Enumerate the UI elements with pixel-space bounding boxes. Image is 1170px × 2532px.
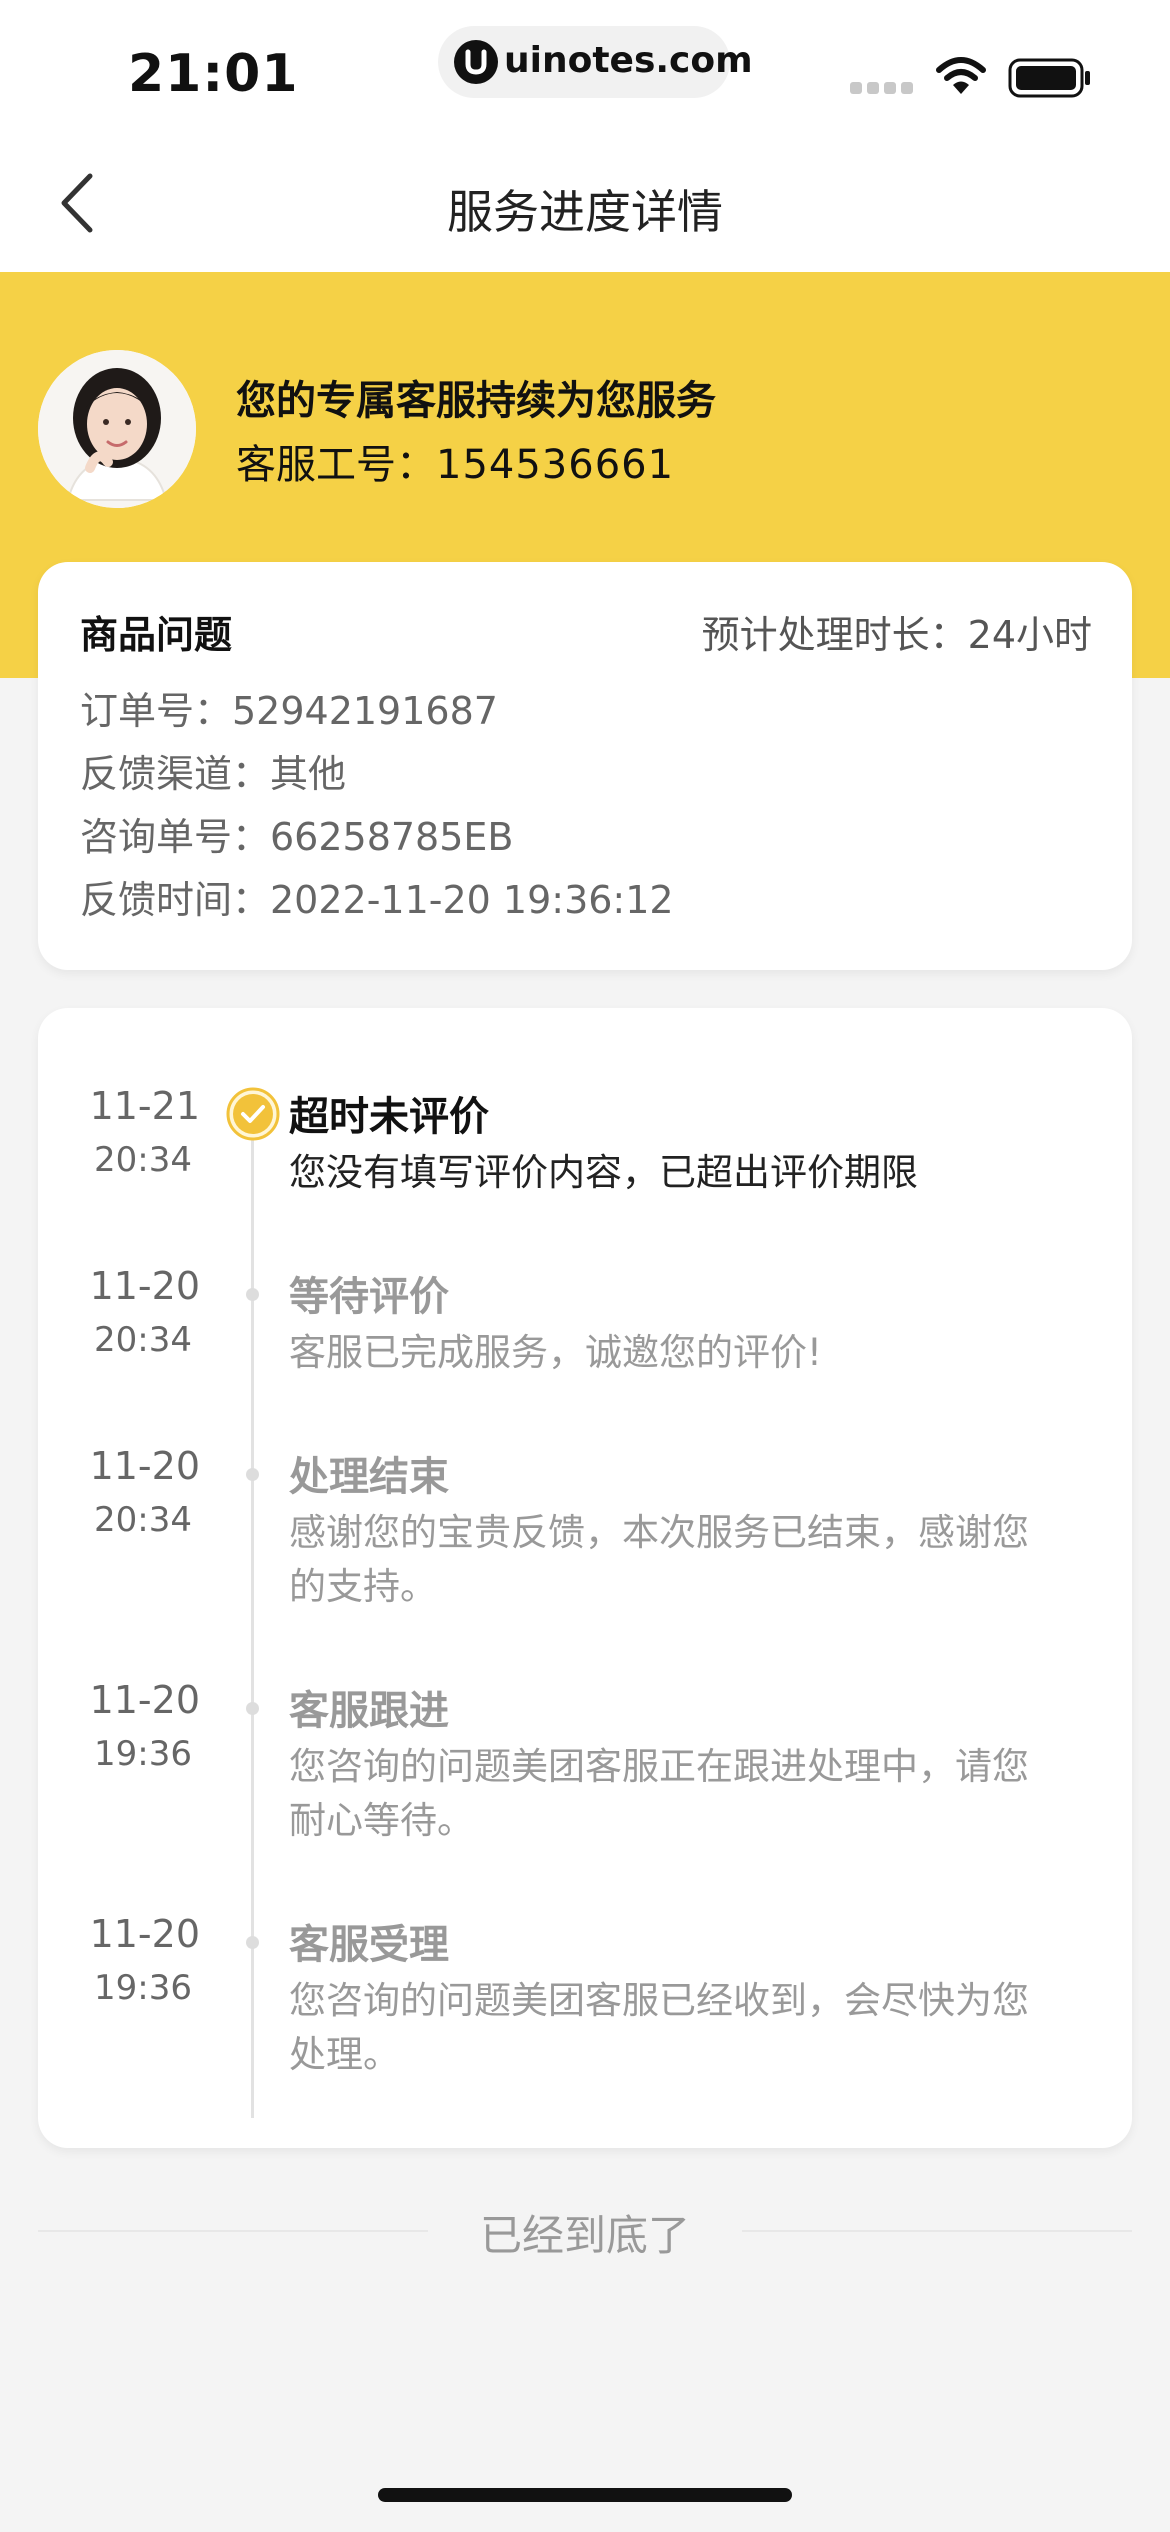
timeline-date: 11-20	[89, 1264, 200, 1308]
timeline-time: 20:34	[94, 1140, 192, 1180]
timeline-desc: 您咨询的问题美团客服已经收到，会尽快为您处理。	[289, 1979, 1029, 2076]
timeline-title: 客服受理	[289, 1922, 449, 1968]
home-indicator[interactable]	[378, 2488, 792, 2502]
timeline-line	[251, 1108, 254, 2118]
site-logo-icon	[454, 40, 498, 84]
url-pill[interactable]: uinotes.com	[438, 26, 753, 98]
status-time: 21:01	[128, 44, 299, 104]
agent-avatar	[38, 350, 196, 508]
timeline-dot	[246, 1288, 259, 1301]
timeline-date: 11-21	[89, 1084, 200, 1128]
timeline-title: 客服跟进	[289, 1688, 449, 1734]
timeline-time: 19:36	[94, 1734, 192, 1774]
timeline-desc: 您没有填写评价内容，已超出评价期限	[289, 1151, 918, 1194]
timeline-title: 超时未评价	[289, 1094, 489, 1140]
timeline-dot	[246, 1702, 259, 1715]
end-of-list-text: 已经到底了	[479, 2211, 690, 2260]
estimated-duration: 预计处理时长：24小时	[701, 613, 1092, 657]
nav-bar: 服务进度详情	[0, 130, 1170, 272]
timeline-date: 11-20	[89, 1912, 200, 1956]
timeline-title: 处理结束	[289, 1454, 449, 1500]
timeline-dot	[246, 1936, 259, 1949]
cellular-signal-icon	[850, 82, 913, 94]
timeline-dot	[246, 1468, 259, 1481]
url-text: uinotes.com	[504, 40, 753, 81]
timeline-desc: 感谢您的宝贵反馈，本次服务已结束，感谢您的支持。	[289, 1511, 1029, 1608]
battery-icon	[1008, 58, 1090, 98]
agent-id-label: 客服工号：	[236, 442, 436, 488]
status-bar: 21:01 uinotes.com	[0, 0, 1170, 130]
page-title: 服务进度详情	[447, 185, 723, 239]
ticket-info-card: 商品问题 预计处理时长：24小时 订单号：52942191687 反馈渠道：其他…	[38, 562, 1132, 970]
timeline-desc: 客服已完成服务，诚邀您的评价!	[289, 1331, 822, 1374]
check-circle-icon	[226, 1087, 280, 1141]
agent-id-value: 154536661	[436, 442, 675, 488]
issue-type: 商品问题	[80, 613, 233, 657]
agent-headline: 您的专属客服持续为您服务	[236, 378, 716, 424]
timeline-time: 20:34	[94, 1320, 192, 1360]
wifi-icon	[936, 57, 986, 94]
timeline-date: 11-20	[89, 1444, 200, 1488]
timeline-date: 11-20	[89, 1678, 200, 1722]
progress-timeline: 11-21 20:34 超时未评价 您没有填写评价内容，已超出评价期限 11-2…	[38, 1008, 1132, 2148]
timeline-desc: 您咨询的问题美团客服正在跟进处理中，请您耐心等待。	[289, 1745, 1029, 1842]
inquiry-number: 咨询单号：66258785EB	[80, 815, 514, 859]
timeline-time: 19:36	[94, 1968, 192, 2008]
feedback-time: 反馈时间：2022-11-20 19:36:12	[80, 878, 674, 922]
timeline-time: 20:34	[94, 1500, 192, 1540]
agent-id: 客服工号：154536661	[236, 432, 674, 490]
feedback-channel: 反馈渠道：其他	[80, 752, 347, 796]
timeline-title: 等待评价	[289, 1274, 449, 1320]
order-number: 订单号：52942191687	[80, 689, 498, 733]
